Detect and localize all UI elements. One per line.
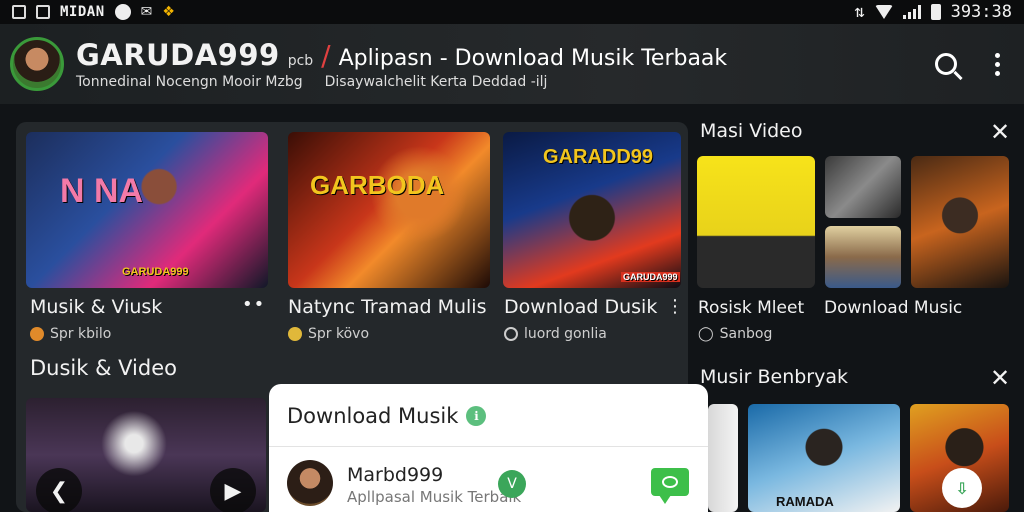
more-vert-icon[interactable]: ⋮ bbox=[666, 296, 685, 317]
close-icon[interactable]: ✕ bbox=[990, 364, 1010, 392]
thumb-caption: GARUDA999 bbox=[122, 266, 189, 278]
video-thumbnail[interactable]: N NA GARUDA999 bbox=[26, 132, 268, 288]
info-icon: ℹ bbox=[466, 406, 487, 426]
card-meta: Spr kövo bbox=[288, 326, 369, 342]
arrow-left-icon[interactable]: ❮ bbox=[36, 468, 82, 512]
app-bar: GARUDA999 pcb / Aplipasn - Download Musi… bbox=[0, 24, 1024, 104]
thumb-caption: GARUDA999 bbox=[621, 272, 680, 282]
signal-icon bbox=[902, 5, 921, 19]
section-title: Masi Video bbox=[700, 120, 803, 142]
avatar[interactable] bbox=[10, 37, 64, 91]
video-thumbnail[interactable] bbox=[697, 156, 815, 288]
card-meta: luord gonlia bbox=[504, 326, 607, 342]
popup-title: Download Musik ℹ bbox=[287, 404, 487, 428]
video-thumbnail[interactable]: GARBODA bbox=[288, 132, 490, 288]
search-icon[interactable] bbox=[935, 53, 957, 75]
play-icon[interactable]: ▶ bbox=[210, 468, 256, 512]
card-title[interactable]: Download Dusik bbox=[504, 296, 657, 318]
download-icon[interactable]: ⇩ bbox=[942, 468, 982, 508]
video-thumbnail[interactable]: RAMADA bbox=[748, 404, 900, 512]
card-meta-text: Spr kövo bbox=[308, 326, 370, 342]
subtitle-left: Tonnedinal Nocengn Mooir Mzbg bbox=[76, 74, 303, 90]
card-meta-text: luord gonlia bbox=[524, 326, 607, 342]
chat-icon[interactable] bbox=[651, 468, 689, 504]
section-title: Musir Benbryak bbox=[700, 366, 848, 388]
brand-title: GARUDA999 bbox=[76, 38, 280, 72]
verified-badge: V bbox=[498, 470, 526, 498]
avatar[interactable] bbox=[287, 460, 333, 506]
channel-icon bbox=[288, 327, 302, 341]
card-title[interactable]: Rosisk Mleet bbox=[698, 298, 804, 318]
square-icon bbox=[36, 5, 50, 19]
thumb-text: GARBODA bbox=[310, 170, 445, 200]
status-time: 393:38 bbox=[950, 2, 1012, 22]
card-title[interactable]: Musik & Viusk bbox=[30, 296, 162, 318]
square-icon bbox=[12, 5, 26, 19]
download-popup: Download Musik ℹ Marbd999 Apllpasal Musi… bbox=[269, 384, 708, 512]
notification-icon: ❖ bbox=[162, 4, 175, 20]
wifi-icon bbox=[874, 5, 893, 19]
subtitle-right: Disaywalchelit Kerta Deddad -ilj bbox=[324, 74, 548, 90]
divider bbox=[269, 446, 708, 447]
popup-item-subtitle: Apllpasal Musik Terbaik bbox=[347, 488, 522, 506]
close-icon[interactable]: ✕ bbox=[990, 118, 1010, 146]
thumb-text: RAMADA bbox=[776, 494, 834, 509]
video-thumbnail[interactable] bbox=[708, 404, 738, 512]
popup-title-text: Download Musik bbox=[287, 404, 459, 428]
section-title: Dusik & Video bbox=[30, 356, 177, 380]
video-thumbnail[interactable] bbox=[825, 226, 901, 288]
card-meta: ◯ Sanbog bbox=[698, 326, 772, 342]
video-thumbnail[interactable] bbox=[911, 156, 1009, 288]
card-meta-text: Spr kbilo bbox=[50, 326, 112, 342]
brand-suffix: pcb bbox=[287, 53, 314, 69]
channel-icon: ◯ bbox=[698, 326, 714, 342]
more-horiz-icon[interactable]: •• bbox=[242, 294, 265, 315]
popup-item-name[interactable]: Marbd999 bbox=[347, 464, 443, 486]
card-meta: Spr kbilo bbox=[30, 326, 111, 342]
page-title: Aplipasn - Download Musik Terbaak bbox=[338, 46, 728, 71]
video-thumbnail[interactable] bbox=[825, 156, 901, 218]
card-meta-text: Sanbog bbox=[719, 326, 773, 342]
channel-icon bbox=[504, 327, 518, 341]
video-thumbnail[interactable]: GARADD99 GARUDA999 bbox=[503, 132, 681, 288]
status-bar: MIDAN ✉ ❖ ⇅ 393:38 bbox=[0, 0, 1024, 24]
shield-icon bbox=[114, 4, 131, 20]
battery-icon bbox=[930, 4, 941, 20]
sync-icon: ⇅ bbox=[854, 2, 865, 22]
card-title[interactable]: Natync Tramad Mulis bbox=[288, 296, 487, 318]
thumb-text: GARADD99 bbox=[543, 146, 654, 168]
status-app-name: MIDAN bbox=[60, 4, 105, 20]
thumb-text: N NA bbox=[60, 172, 144, 210]
more-vert-icon[interactable] bbox=[995, 52, 1000, 76]
notification-icon: ✉ bbox=[140, 4, 153, 20]
card-title[interactable]: Download Music bbox=[824, 298, 962, 318]
slash-icon: / bbox=[321, 39, 331, 72]
channel-icon bbox=[30, 327, 44, 341]
